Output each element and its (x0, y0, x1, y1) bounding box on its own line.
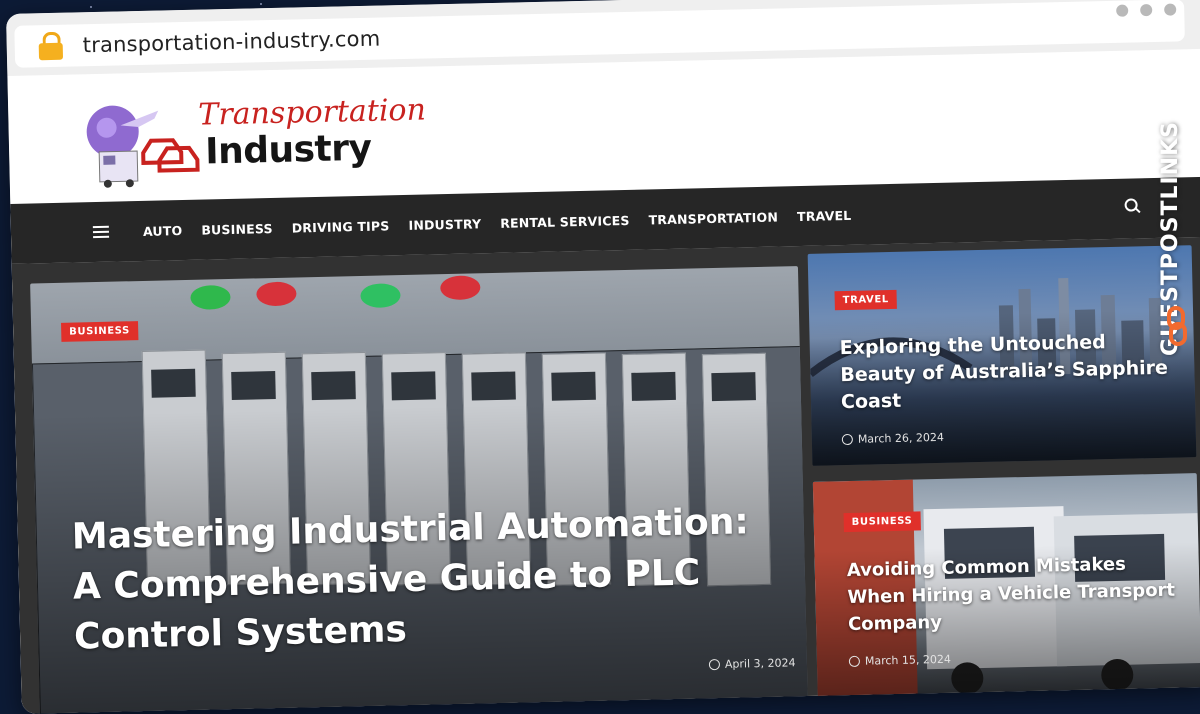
window-controls (1116, 3, 1177, 17)
site-logo[interactable]: Transportation Industry (80, 91, 426, 190)
nav-item-driving-tips[interactable]: DRIVING TIPS (292, 218, 390, 235)
featured-post-card[interactable]: BUSINESS Mastering Industrial Automation… (30, 266, 808, 714)
nav-item-auto[interactable]: AUTO (143, 223, 183, 239)
nav-item-travel[interactable]: TRAVEL (797, 207, 852, 223)
post-date: April 3, 2024 (708, 656, 796, 671)
window-dot-icon[interactable] (1116, 4, 1129, 17)
window-dot-icon[interactable] (1140, 3, 1153, 17)
side-post-card[interactable]: BUSINESS Avoiding Common Mistakes When H… (812, 473, 1200, 712)
logo-text-top: Transportation (197, 92, 427, 133)
post-date: March 15, 2024 (848, 652, 952, 668)
url-text[interactable]: transportation-industry.com (82, 27, 380, 58)
lock-icon (38, 31, 64, 61)
date-text: March 26, 2024 (857, 430, 945, 446)
featured-posts-area: BUSINESS Mastering Industrial Automation… (11, 236, 1200, 714)
featured-title[interactable]: Mastering Industrial Automation: A Compr… (71, 497, 774, 663)
clock-icon (841, 433, 853, 446)
logo-graphic-icon (86, 105, 200, 188)
link-chain-icon (1167, 306, 1187, 346)
nav-item-transportation[interactable]: TRANSPORTATION (648, 209, 778, 227)
website: Transportation Industry AUTO BUSINESS DR… (7, 48, 1200, 714)
nav-item-industry[interactable]: INDUSTRY (408, 216, 481, 233)
clock-icon (848, 655, 861, 668)
nav-item-rental-services[interactable]: RENTAL SERVICES (500, 212, 630, 230)
side-post-card[interactable]: TRAVEL Exploring the Untouched Beauty of… (807, 245, 1197, 466)
menu-icon[interactable] (92, 223, 110, 241)
logo-text-bottom: Industry (204, 127, 372, 173)
nav-item-business[interactable]: BUSINESS (201, 221, 273, 238)
date-text: April 3, 2024 (724, 656, 796, 671)
post-date: March 26, 2024 (841, 430, 945, 446)
category-badge[interactable]: TRAVEL (834, 289, 898, 311)
category-badge[interactable]: BUSINESS (843, 511, 921, 533)
window-dot-icon[interactable] (1164, 3, 1177, 16)
side-post-title[interactable]: Exploring the Untouched Beauty of Austra… (840, 328, 1172, 416)
date-text: March 15, 2024 (864, 652, 952, 668)
side-post-title[interactable]: Avoiding Common Mistakes When Hiring a V… (847, 549, 1189, 638)
browser-window: transportation-industry.com Transportati… (6, 0, 1200, 714)
search-icon[interactable] (1124, 198, 1141, 214)
category-badge[interactable]: BUSINESS (61, 321, 139, 342)
clock-icon (708, 658, 721, 671)
